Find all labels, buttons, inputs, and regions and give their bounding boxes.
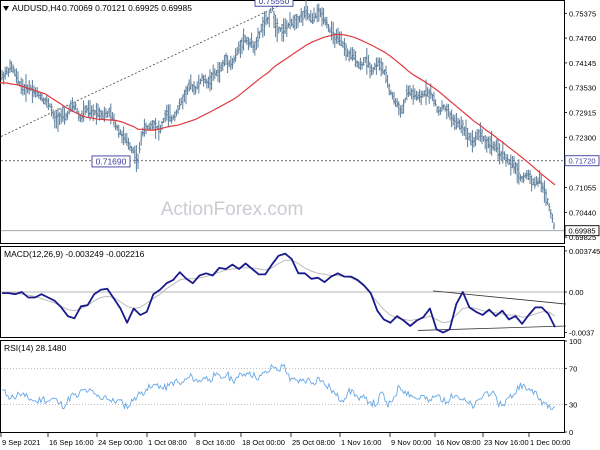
x-tick-label: 16 Sep 16:00 — [49, 438, 94, 447]
price-annotation-label: 0.75550 — [259, 0, 290, 6]
price-y-tick-label: 0.75375 — [569, 9, 596, 18]
price-header: AUDUSD,H4 0.70069 0.70121 0.69925 0.6998… — [3, 3, 192, 13]
rsi-y-axis: 100 70 30 0 — [564, 337, 582, 437]
x-tick-label: 1 Oct 08:00 — [148, 438, 187, 447]
macd-y-tick-label: 0.003745 — [569, 247, 600, 256]
price-y-tick-label: 0.72300 — [569, 133, 596, 142]
price-trendline — [0, 5, 279, 137]
watermark: ActionForex.com — [161, 199, 304, 220]
chart-area: ActionForex.com AUDUSD,H4 0.70069 0.7012… — [0, 0, 600, 447]
macd-y-axis: 0.0037450.00-0.0037 — [564, 247, 600, 338]
macd-signal-line — [1, 259, 556, 324]
header-triangle-icon — [3, 6, 9, 11]
price-y-axis: 0.75375 0.74760 0.74145 0.73530 0.72915 0.723… — [564, 9, 600, 242]
rsi-line — [1, 363, 556, 411]
rsi-main-line — [1, 363, 556, 411]
rsi-y-tick-label: 30 — [569, 401, 577, 410]
price-y-tick-label: 0.74145 — [569, 59, 596, 68]
rsi-title: RSI(14) 28.1480 — [4, 343, 67, 353]
x-tick-label: 18 Oct 00:00 — [242, 438, 285, 447]
price-y-tick-label: 0.71055 — [569, 184, 596, 193]
rsi-y-tick-label: 0 — [569, 428, 573, 437]
macd-y-tick-label: 0.00 — [569, 288, 584, 297]
price-y-tick-label: 0.73530 — [569, 84, 596, 93]
macd-lower-trendline — [417, 325, 567, 331]
price-bars — [1, 0, 555, 230]
macd-title: MACD(12,26,9) -0.003249 -0.002216 — [4, 249, 145, 259]
rsi-panel-frame — [0, 340, 565, 433]
x-tick-label: 1 Dec 00:00 — [530, 438, 570, 447]
x-tick-label: 9 Sep 2021 — [2, 438, 40, 447]
uptrend-dotted-line — [0, 5, 279, 137]
price-y-tick-label: 0.70440 — [569, 208, 596, 217]
macd-lines — [1, 252, 556, 334]
price-tag-label: 0.69985 — [568, 227, 595, 236]
x-tick-label: 16 Nov 08:00 — [436, 438, 481, 447]
price-horizontal-lines — [1, 160, 564, 232]
x-tick-label: 23 Nov 16:00 — [484, 438, 529, 447]
time-x-axis: 9 Sep 2021 16 Sep 16:00 24 Sep 00:00 1 Oct … — [0, 433, 570, 447]
rsi-y-tick-label: 70 — [569, 364, 577, 373]
price-y-tick-label: 0.72915 — [569, 109, 596, 118]
x-tick-label: 8 Oct 16:00 — [196, 438, 235, 447]
macd-upper-trendline — [432, 290, 567, 305]
price-tag-label: 0.71720 — [568, 157, 595, 166]
price-y-tick-label: 0.74760 — [569, 34, 596, 43]
price-annotation-label: 0.71690 — [96, 156, 127, 166]
ohlc-label: 0.70069 0.70121 0.69925 0.69985 — [62, 3, 192, 13]
macd-main-line — [2, 252, 556, 334]
x-tick-label: 24 Sep 00:00 — [98, 438, 143, 447]
x-tick-label: 9 Nov 00:00 — [391, 438, 431, 447]
rsi-y-tick-label: 100 — [569, 337, 582, 346]
symbol-label: AUDUSD,H4 — [12, 3, 61, 13]
x-tick-label: 25 Oct 08:00 — [292, 438, 335, 447]
x-tick-label: 1 Nov 16:00 — [341, 438, 381, 447]
